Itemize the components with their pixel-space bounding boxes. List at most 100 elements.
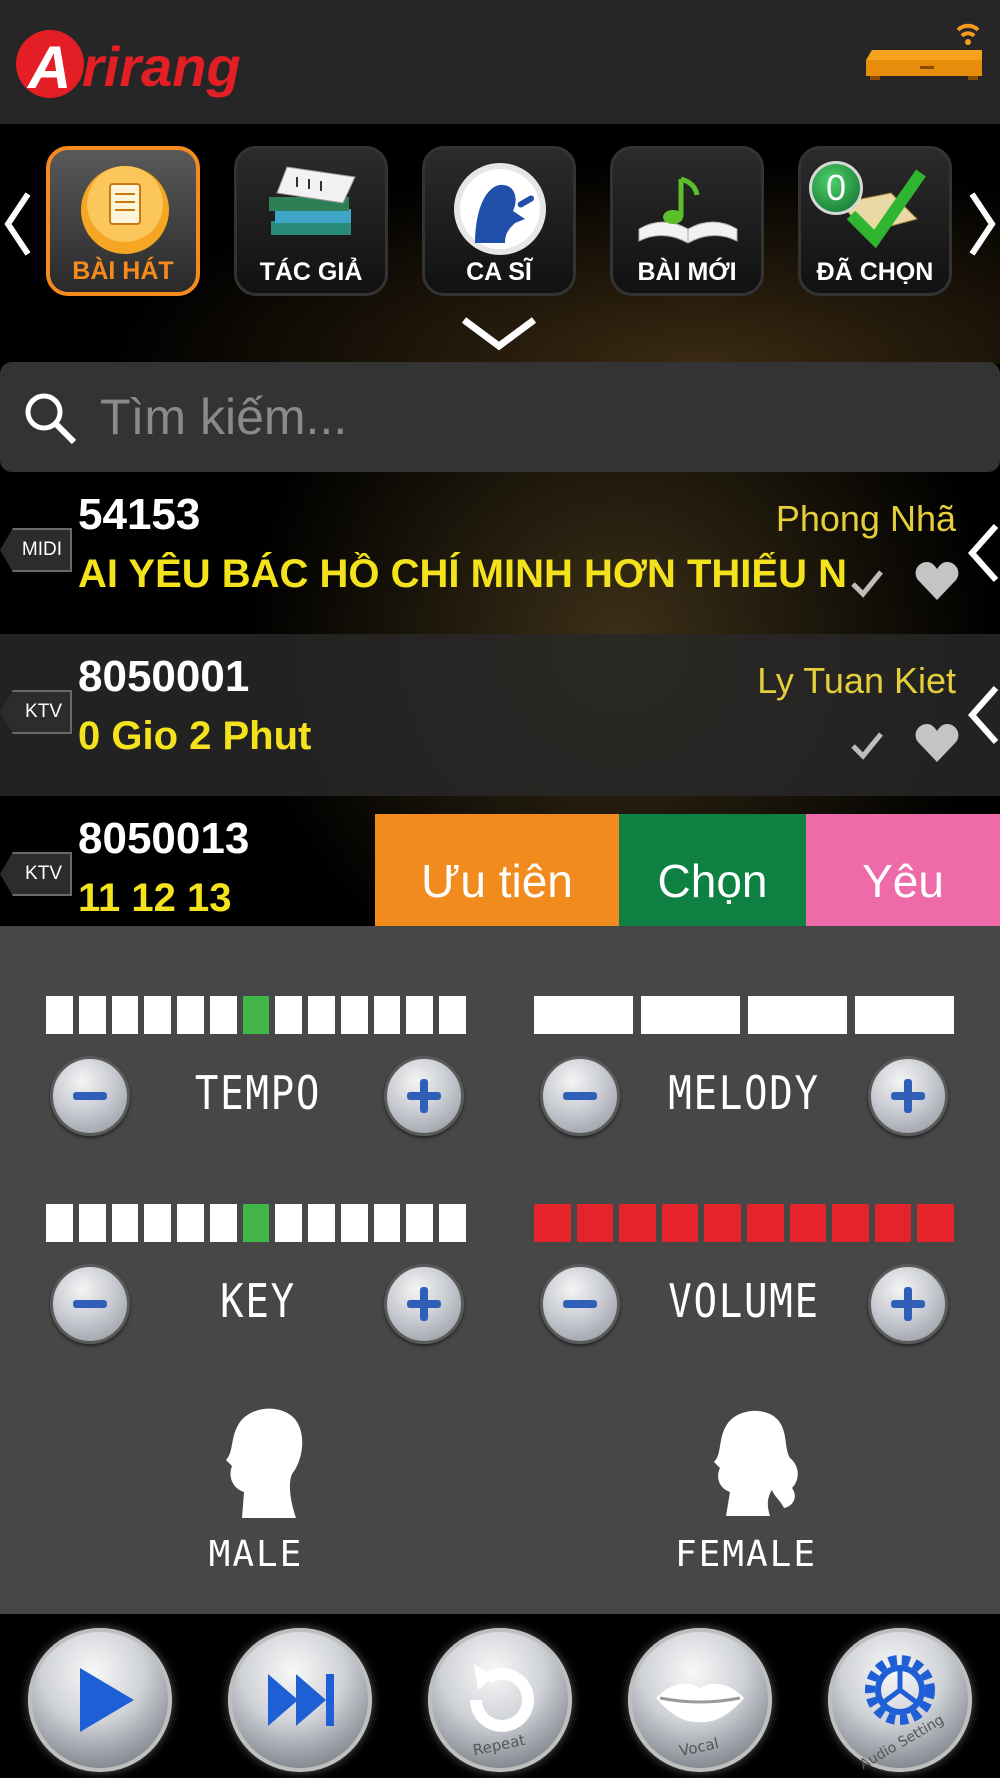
volume-increase-button[interactable] (868, 1264, 948, 1344)
tab-label: TÁC GIẢ (259, 258, 363, 286)
svg-text:Repeat: Repeat (471, 1731, 527, 1760)
swipe-actions: Ưu tiên Chọn Yêu thích (375, 814, 1000, 926)
meter-segment (874, 1204, 912, 1242)
audio-control-panel: TEMPO MELODY KEY VOLUME MALE FEMALE (0, 926, 1000, 1614)
play-button[interactable] (28, 1628, 172, 1772)
meter-segment (534, 996, 633, 1034)
tab-composers[interactable]: TÁC GIẢ (234, 146, 388, 296)
search-input[interactable] (100, 380, 980, 454)
volume-decrease-button[interactable] (540, 1264, 620, 1344)
tab-selected[interactable]: 0 ĐÃ CHỌN (798, 146, 952, 296)
play-icon (80, 1668, 134, 1732)
tempo-increase-button[interactable] (384, 1056, 464, 1136)
meter-segment (242, 1204, 270, 1242)
meter-segment (340, 996, 368, 1034)
favorite-button[interactable]: Yêu thích (806, 814, 1000, 926)
meter-segment (144, 996, 172, 1034)
meter-segment (439, 996, 466, 1034)
svg-text:rirang: rirang (82, 35, 241, 98)
vocal-button[interactable]: Vocal (628, 1628, 772, 1772)
meter-segment (534, 1204, 571, 1242)
plus-icon (407, 1079, 441, 1113)
list-item[interactable]: KTV 8050001 0 Gio 2 Phut Ly Tuan Kiet (0, 634, 1000, 796)
select-button[interactable]: Chọn (619, 814, 806, 926)
female-head-icon (714, 1410, 798, 1516)
singer-microphone-icon (445, 159, 555, 259)
meter-segment (748, 996, 847, 1034)
chevron-left-icon[interactable] (0, 184, 34, 264)
meter-segment (111, 1204, 139, 1242)
meter-segment (373, 996, 401, 1034)
key-level-meter (46, 1204, 466, 1242)
minus-icon (563, 1092, 597, 1100)
skip-forward-icon (268, 1674, 334, 1726)
composer-books-icon (257, 159, 367, 259)
key-increase-button[interactable] (384, 1264, 464, 1344)
chevron-left-icon[interactable] (966, 684, 1000, 746)
meter-segment (46, 996, 73, 1034)
chevron-left-icon[interactable] (966, 522, 1000, 584)
meter-segment (746, 1204, 784, 1242)
song-list: MIDI 54153 AI YÊU BÁC HỒ CHÍ MINH HƠN TH… (0, 472, 1000, 926)
tempo-label: TEMPO (194, 1066, 322, 1120)
song-artist: Ly Tuan Kiet (757, 660, 956, 701)
meter-segment (209, 1204, 237, 1242)
meter-segment (406, 1204, 434, 1242)
tab-label: BÀI HÁT (72, 257, 174, 285)
melody-decrease-button[interactable] (540, 1056, 620, 1136)
heart-icon[interactable] (914, 722, 960, 764)
volume-label: VOLUME (668, 1274, 820, 1328)
next-button[interactable] (228, 1628, 372, 1772)
male-voice-button[interactable]: MALE (136, 1400, 376, 1600)
tab-singers[interactable]: CA SĨ (422, 146, 576, 296)
melody-label: MELODY (668, 1066, 820, 1120)
meter-segment (704, 1204, 741, 1242)
song-artist: Phong Nhã (775, 498, 956, 539)
repeat-button[interactable]: Repeat (428, 1628, 572, 1772)
song-type-tag: KTV (0, 690, 72, 734)
song-title: 0 Gio 2 Phut (78, 714, 312, 758)
chevron-down-icon[interactable] (460, 314, 538, 354)
karaoke-device-wifi-icon[interactable] (862, 20, 986, 92)
song-code: 54153 (78, 490, 201, 539)
tab-songs[interactable]: BÀI HÁT (46, 146, 200, 296)
list-item[interactable]: KTV 8050013 11 12 13 Ưu tiên Chọn Yêu th… (0, 796, 1000, 926)
check-icon[interactable] (850, 730, 884, 760)
meter-segment (308, 1204, 335, 1242)
meter-segment (177, 1204, 204, 1242)
priority-button[interactable]: Ưu tiên (375, 814, 619, 926)
tab-new-songs[interactable]: BÀI MỚI (610, 146, 764, 296)
svg-text:A: A (26, 34, 71, 100)
song-title: AI YÊU BÁC HỒ CHÍ MINH HƠN THIẾU NI... (78, 552, 848, 596)
male-label: MALE (208, 1534, 304, 1575)
plus-icon (891, 1287, 925, 1321)
female-voice-button[interactable]: FEMALE (626, 1400, 866, 1600)
tempo-level-meter (46, 996, 466, 1034)
meter-segment (789, 1204, 827, 1242)
list-item[interactable]: MIDI 54153 AI YÊU BÁC HỒ CHÍ MINH HƠN TH… (0, 472, 1000, 634)
plus-icon (891, 1079, 925, 1113)
audio-setting-button[interactable]: Audio Setting (828, 1628, 972, 1772)
check-icon[interactable] (850, 568, 884, 598)
tab-label: CA SĨ (466, 258, 532, 286)
meter-segment (275, 996, 303, 1034)
minus-icon (73, 1300, 107, 1308)
search-bar (0, 362, 1000, 472)
meter-segment (340, 1204, 368, 1242)
melody-increase-button[interactable] (868, 1056, 948, 1136)
meter-segment (439, 1204, 466, 1242)
heart-icon[interactable] (914, 560, 960, 602)
meter-segment (832, 1204, 869, 1242)
search-icon (22, 390, 78, 446)
meter-segment (275, 1204, 303, 1242)
song-code: 8050001 (78, 652, 250, 701)
song-type-tag: KTV (0, 852, 72, 896)
meter-segment (78, 996, 106, 1034)
meter-segment (661, 1204, 699, 1242)
category-strip: BÀI HÁT TÁC GIẢ CA SĨ BÀI MỚI 0 ĐÃ CHỌN (0, 124, 1000, 364)
female-label: FEMALE (674, 1534, 818, 1575)
tempo-decrease-button[interactable] (50, 1056, 130, 1136)
chevron-right-icon[interactable] (966, 184, 1000, 264)
key-decrease-button[interactable] (50, 1264, 130, 1344)
meter-segment (855, 996, 954, 1034)
